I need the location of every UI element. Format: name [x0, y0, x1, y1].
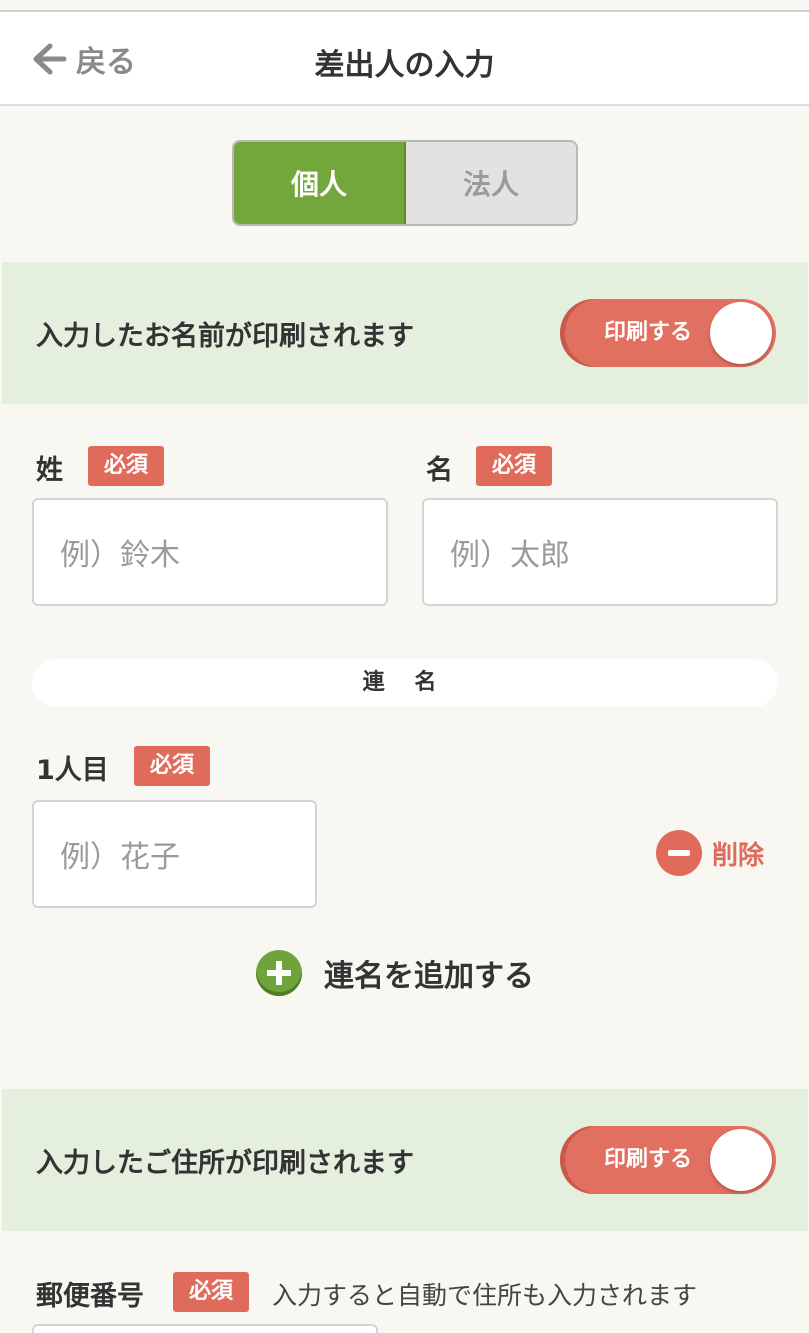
last-name-input[interactable]: 例）鈴木 — [32, 498, 388, 606]
type-selector: 個人 法人 — [232, 140, 578, 226]
joint-name-input[interactable]: 例）花子 — [32, 800, 317, 908]
page-title: 差出人の入力 — [314, 48, 495, 83]
tab-individual[interactable]: 個人 — [234, 142, 406, 224]
delete-joint-name-button[interactable]: 削除 — [656, 830, 764, 876]
address-print-toggle[interactable]: 印刷する — [560, 1126, 776, 1194]
plus-circle-icon — [256, 950, 302, 996]
required-badge: 必須 — [476, 446, 553, 486]
minus-circle-icon — [656, 830, 702, 876]
name-print-label: 入力したお名前が印刷されます — [36, 321, 414, 352]
name-print-toggle-label: 印刷する — [604, 320, 693, 345]
last-name-label: 姓 — [36, 455, 63, 486]
name-print-band: 入力したお名前が印刷されます 印刷する — [2, 262, 808, 404]
first-name-label: 名 — [426, 455, 453, 486]
delete-label: 削除 — [712, 840, 765, 871]
status-divider — [0, 0, 809, 12]
required-badge: 必須 — [173, 1272, 250, 1312]
address-print-label: 入力したご住所が印刷されます — [36, 1148, 414, 1179]
address-print-toggle-label: 印刷する — [604, 1147, 693, 1172]
required-badge: 必須 — [134, 746, 211, 786]
app-header: 戻る 差出人の入力 — [0, 12, 809, 106]
name-print-toggle[interactable]: 印刷する — [560, 299, 776, 367]
required-badge: 必須 — [88, 446, 165, 486]
postal-code-input[interactable] — [32, 1324, 378, 1333]
add-joint-name-label: 連名を追加する — [324, 959, 534, 994]
postal-code-hint: 入力すると自動で住所も入力されます — [272, 1281, 698, 1310]
joint-name-section-title: 連 名 — [32, 659, 778, 707]
toggle-knob — [710, 1129, 772, 1191]
tab-corporation[interactable]: 法人 — [406, 142, 576, 224]
add-joint-name-button[interactable]: 連名を追加する — [256, 950, 534, 996]
person-1-label: 1人目 — [36, 755, 109, 786]
toggle-knob — [710, 302, 772, 364]
first-name-input[interactable]: 例）太郎 — [422, 498, 778, 606]
postal-code-label: 郵便番号 — [36, 1281, 144, 1312]
address-print-band: 入力したご住所が印刷されます 印刷する — [2, 1089, 808, 1231]
